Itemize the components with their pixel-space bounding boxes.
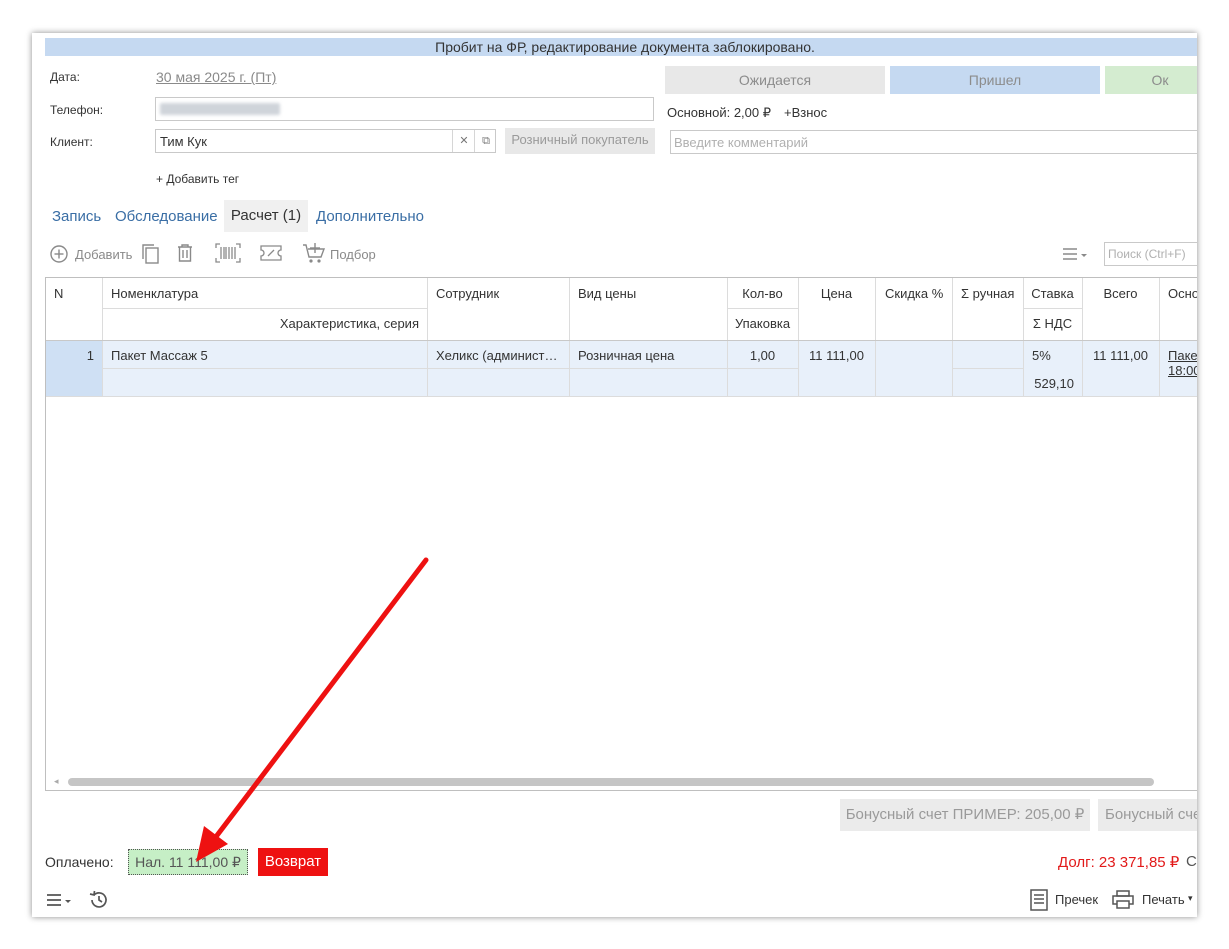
phone-field[interactable] bbox=[155, 97, 654, 121]
search-input[interactable]: Поиск (Ctrl+F) bbox=[1104, 242, 1197, 266]
col-manual-sum[interactable]: Σ ручная bbox=[961, 286, 1014, 301]
row-n: 1 bbox=[86, 348, 94, 363]
col-qty[interactable]: Кол-во bbox=[727, 286, 798, 301]
add-tag-link[interactable]: + Добавить тег bbox=[156, 172, 239, 186]
items-table: N Номенклатура Характеристика, серия Сот… bbox=[45, 277, 1197, 791]
col-employee[interactable]: Сотрудник bbox=[436, 286, 499, 301]
date-label: Дата: bbox=[50, 70, 80, 84]
status-arrived[interactable]: Пришел bbox=[890, 66, 1100, 94]
row-qty: 1,00 bbox=[749, 348, 776, 363]
delete-icon[interactable] bbox=[176, 243, 194, 263]
row-basis-link[interactable]: Паке bbox=[1168, 348, 1197, 363]
main-price-text: Основной: 2,00 ₽ bbox=[667, 105, 772, 120]
col-basis[interactable]: Осно bbox=[1168, 286, 1197, 301]
more-menu-icon[interactable] bbox=[1062, 246, 1088, 262]
retail-customer-button[interactable]: Розничный покупатель bbox=[505, 128, 655, 154]
open-icon[interactable]: ⧉ bbox=[474, 130, 497, 152]
row-price-type: Розничная цена bbox=[578, 348, 675, 363]
locked-banner: Пробит на ФР, редактирование документа з… bbox=[45, 38, 1197, 56]
col-n[interactable]: N bbox=[54, 286, 63, 301]
col-discount[interactable]: Скидка % bbox=[885, 286, 943, 301]
comment-placeholder: Введите комментарий bbox=[674, 135, 809, 150]
row-rate: 5% bbox=[1032, 348, 1051, 363]
client-value: Тим Кук bbox=[160, 134, 207, 149]
document-window: Пробит на ФР, редактирование документа з… bbox=[32, 33, 1197, 917]
client-label: Клиент: bbox=[50, 135, 93, 149]
debt-suffix: С bbox=[1186, 853, 1197, 870]
add-button[interactable] bbox=[49, 244, 69, 264]
copy-icon[interactable] bbox=[141, 243, 161, 265]
date-link[interactable]: 30 мая 2025 г. (Пт) bbox=[156, 69, 276, 85]
col-vat[interactable]: Σ НДС bbox=[1023, 316, 1082, 331]
row-employee: Хеликс (админист… bbox=[436, 348, 558, 363]
phone-value-blurred bbox=[160, 103, 280, 115]
client-field[interactable]: Тим Кук ✕ ⧉ bbox=[155, 129, 496, 153]
discount-icon[interactable] bbox=[260, 244, 282, 262]
comment-field[interactable]: Введите комментарий bbox=[670, 130, 1197, 154]
col-price-type[interactable]: Вид цены bbox=[578, 286, 636, 301]
col-package[interactable]: Упаковка bbox=[727, 316, 798, 331]
col-total[interactable]: Всего bbox=[1082, 286, 1159, 301]
return-button[interactable]: Возврат bbox=[258, 848, 328, 876]
add-label[interactable]: Добавить bbox=[75, 247, 132, 262]
plus-circle-icon bbox=[50, 245, 68, 263]
col-rate[interactable]: Ставка bbox=[1023, 286, 1082, 301]
bonus-account-2[interactable]: Бонусный сче bbox=[1098, 799, 1197, 831]
status-waiting[interactable]: Ожидается bbox=[665, 66, 885, 94]
col-price[interactable]: Цена bbox=[798, 286, 875, 301]
cart-icon[interactable] bbox=[302, 242, 326, 264]
paid-cash-badge[interactable]: Нал. 11 111,00 ₽ bbox=[128, 849, 248, 875]
paid-label: Оплачено: bbox=[45, 854, 114, 870]
barcode-icon[interactable] bbox=[215, 243, 241, 263]
debt-text: Долг: 23 371,85 ₽ bbox=[1058, 854, 1180, 871]
tab-appointment[interactable]: Запись bbox=[52, 208, 101, 225]
row-item: Пакет Массаж 5 bbox=[111, 348, 208, 363]
tab-calculation[interactable]: Расчет (1) bbox=[224, 200, 308, 232]
history-icon[interactable] bbox=[88, 889, 110, 911]
receipt-icon[interactable] bbox=[1030, 889, 1048, 911]
row-total: 11 111,00 bbox=[1093, 348, 1148, 363]
menu-icon[interactable] bbox=[46, 892, 74, 908]
col-characteristic[interactable]: Характеристика, серия bbox=[102, 316, 419, 331]
row-vat: 529,10 bbox=[1034, 376, 1074, 391]
row-basis-time[interactable]: 18:00 bbox=[1168, 363, 1197, 378]
receipt-button[interactable]: Пречек bbox=[1055, 892, 1098, 907]
print-button[interactable]: Печать bbox=[1142, 892, 1185, 907]
tab-additional[interactable]: Дополнительно bbox=[316, 208, 424, 225]
print-icon[interactable] bbox=[1112, 890, 1134, 910]
clear-icon[interactable]: ✕ bbox=[452, 130, 475, 152]
row-price: 11 111,00 bbox=[809, 348, 864, 363]
phone-label: Телефон: bbox=[50, 103, 104, 117]
col-item[interactable]: Номенклатура bbox=[111, 286, 198, 301]
horizontal-scrollbar[interactable] bbox=[68, 778, 1154, 786]
pick-label[interactable]: Подбор bbox=[330, 247, 376, 262]
print-dropdown-icon[interactable]: ▾ bbox=[1188, 893, 1193, 904]
fee-link[interactable]: +Взнос bbox=[784, 105, 827, 120]
status-ok[interactable]: Ок bbox=[1105, 66, 1197, 94]
tab-examination[interactable]: Обследование bbox=[115, 208, 218, 225]
bonus-account-1[interactable]: Бонусный счет ПРИМЕР: 205,00 ₽ bbox=[840, 799, 1090, 831]
scroll-left-icon[interactable]: ◂ bbox=[54, 776, 59, 787]
